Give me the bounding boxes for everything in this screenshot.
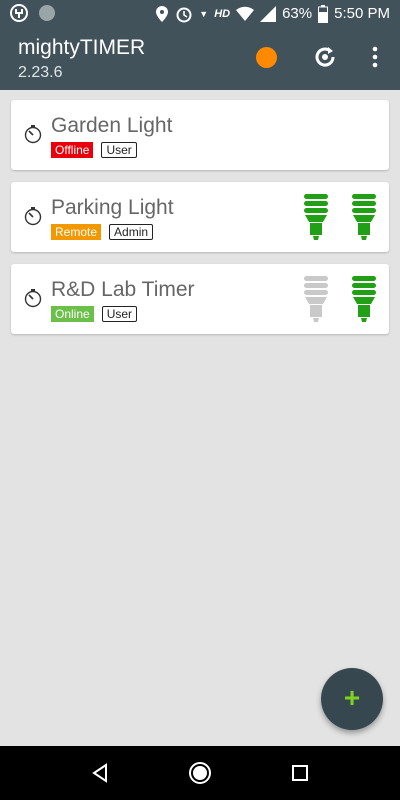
bulb-on-icon[interactable]: [303, 192, 329, 242]
bulb-off-icon[interactable]: [303, 274, 329, 324]
timer-icon: [24, 207, 42, 226]
timer-list: Garden Light Offline User Parking Light …: [0, 90, 400, 746]
circle-icon: [39, 5, 55, 21]
timer-card[interactable]: R&D Lab Timer Online User: [11, 264, 389, 334]
location-icon: [156, 6, 169, 22]
more-vert-icon[interactable]: [362, 44, 388, 70]
refresh-icon[interactable]: [312, 44, 338, 70]
add-timer-button[interactable]: +: [321, 668, 383, 730]
status-badge: Offline: [51, 142, 94, 158]
app-bar: mightyTIMER 2.23.6: [0, 28, 400, 90]
signal-icon: [260, 6, 277, 22]
dropdown-marker: ▼: [199, 9, 209, 19]
status-badge: Online: [51, 306, 94, 322]
status-bar: ▼ HD 63% 5:50 PM: [0, 0, 400, 28]
connection-status-dot[interactable]: [256, 47, 277, 68]
home-icon[interactable]: [187, 760, 213, 786]
role-badge: Admin: [109, 224, 154, 240]
app-title: mightyTIMER: [18, 36, 146, 59]
recents-icon[interactable]: [287, 760, 313, 786]
timer-card[interactable]: Parking Light Remote Admin: [11, 182, 389, 252]
role-badge: User: [101, 142, 137, 158]
bulb-on-icon[interactable]: [351, 192, 377, 242]
alarm-icon: [176, 7, 192, 23]
app-version: 2.23.6: [18, 64, 63, 81]
timer-card[interactable]: Garden Light Offline User: [11, 100, 389, 170]
network-type: HD: [214, 8, 231, 20]
battery-percent: 63%: [282, 5, 313, 22]
timer-name: Garden Light: [51, 114, 173, 137]
timer-name: Parking Light: [51, 196, 174, 219]
wifi-icon: [236, 6, 255, 22]
timer-icon: [24, 289, 42, 308]
system-nav-bar: [0, 746, 400, 800]
back-icon[interactable]: [88, 760, 114, 786]
clock: 5:50 PM: [334, 5, 390, 22]
plus-icon: +: [343, 682, 361, 713]
bulb-on-icon[interactable]: [351, 274, 377, 324]
status-badge: Remote: [51, 224, 102, 240]
battery-icon: [318, 5, 329, 23]
role-badge: User: [101, 306, 138, 322]
timer-name: R&D Lab Timer: [51, 278, 195, 301]
usb-icon: [10, 4, 28, 22]
timer-icon: [24, 125, 42, 144]
